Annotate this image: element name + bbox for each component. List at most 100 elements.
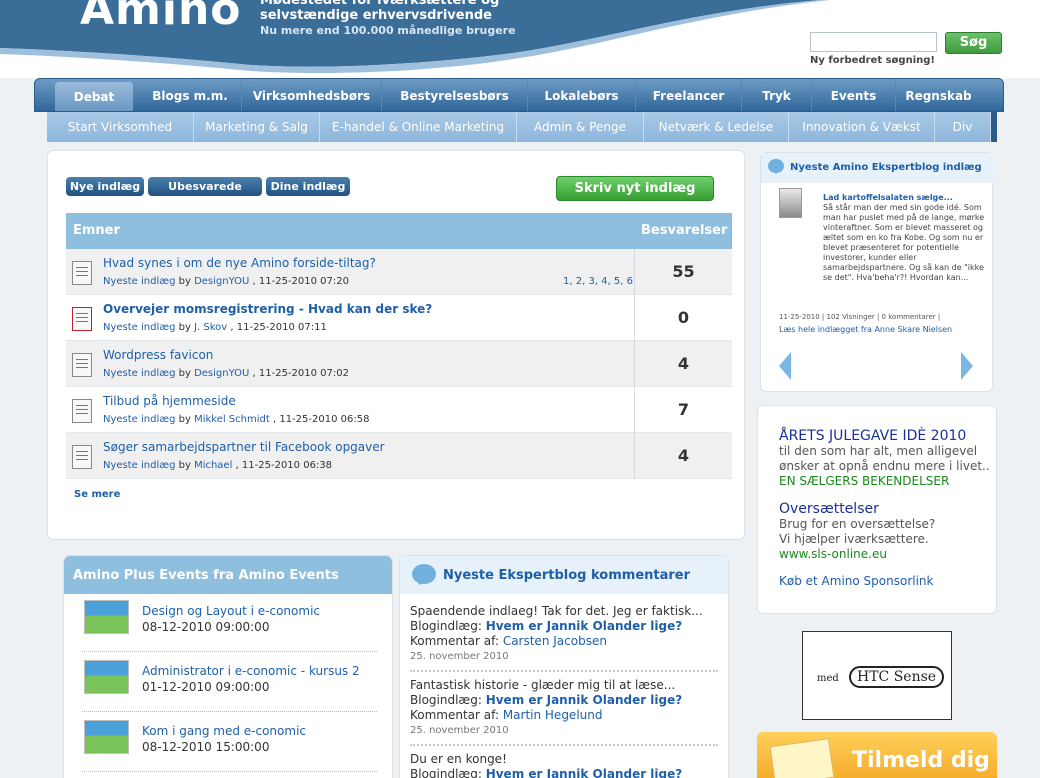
event-name[interactable]: Administrator i e-conomic - kursus 2 (142, 664, 360, 678)
forum-panel: Nye indlæg Ubesvarede indlæg Dine indlæg… (47, 150, 745, 540)
blog-post-link[interactable]: Hvem er Jannik Olander lige? (486, 767, 683, 778)
ad-title[interactable]: ÅRETS JULEGAVE IDÈ 2010 (779, 428, 966, 444)
expert-post-body: Så står man der med sin gode idé. Som ma… (823, 203, 985, 282)
new-posts-button[interactable]: Nye indlæg (66, 177, 144, 196)
subnav-netvaerk-ledelse[interactable]: Netværk & Ledelse (644, 112, 789, 142)
site-logo[interactable]: Amino (80, 0, 242, 35)
expert-post-meta: 11-25-2010 | 102 Visninger | 0 kommentar… (779, 313, 941, 321)
latest-post-link[interactable]: Nyeste indlæg (103, 368, 175, 379)
arrow-left-icon[interactable] (779, 352, 791, 380)
list-item: Kom i gang med e-conomic 08-12-2010 15:0… (82, 714, 377, 772)
buy-sponsorlink-link[interactable]: Køb et Amino Sponsorlink (779, 574, 933, 588)
thread-pages[interactable]: 1, 2, 3, 4, 5, 6 (563, 276, 633, 287)
reply-count: 55 (634, 249, 732, 295)
nav-events[interactable]: Events (812, 79, 896, 111)
blog-post-link[interactable]: Hvem er Jannik Olander lige? (486, 693, 683, 707)
my-posts-button[interactable]: Dine indlæg (266, 177, 350, 196)
comment-author-link[interactable]: Carsten Jacobsen (503, 634, 607, 648)
thread-title[interactable]: Overvejer momsregistrering - Hvad kan de… (103, 302, 432, 316)
event-name[interactable]: Kom i gang med e-conomic (142, 724, 306, 738)
thread-title[interactable]: Wordpress favicon (103, 348, 213, 362)
read-full-post-link[interactable]: Læs hele indlægget fra Anne Skare Nielse… (779, 325, 952, 334)
search-button[interactable]: Søg (945, 32, 1002, 54)
author-link[interactable]: J. Skov (194, 322, 227, 333)
reply-count: 4 (634, 433, 732, 479)
subnav-start-virksomhed[interactable]: Start Virksomhed (47, 112, 194, 142)
ad-item: ÅRETS JULEGAVE IDÈ 2010 til den som har … (779, 428, 996, 489)
reply-count: 0 (634, 295, 732, 341)
list-item: Spaendende indlaeg! Tak for det. Jeg er … (410, 604, 720, 664)
ad-title[interactable]: Oversættelser (779, 501, 879, 517)
latest-post-link[interactable]: Nyeste indlæg (103, 322, 175, 333)
ad-item: Oversættelser Brug for en oversættelse? … (779, 501, 996, 562)
nav-bestyrelsesbors[interactable]: Bestyrelsesbørs (382, 79, 528, 111)
sub-nav: Start Virksomhed Marketing & Salg E-hand… (47, 112, 997, 142)
author-link[interactable]: Michael (194, 460, 232, 471)
ad-url[interactable]: EN SÆLGERS BEKENDELSER (779, 474, 996, 489)
envelope-icon (769, 738, 835, 778)
thread-title[interactable]: Tilbud på hjemmeside (103, 394, 236, 408)
subnav-innovation-vaekst[interactable]: Innovation & Vækst (789, 112, 935, 142)
write-new-post-button[interactable]: Skriv nyt indlæg (556, 176, 714, 201)
latest-post-link[interactable]: Nyeste indlæg (103, 276, 175, 287)
event-name[interactable]: Design og Layout i e-conomic (142, 604, 320, 618)
topics-table-header: Emner Besvarelser (66, 213, 732, 249)
table-row: Wordpress favicon Nyeste indlæg by Desig… (66, 341, 732, 387)
post-date: , 11-25-2010 07:20 (252, 276, 350, 287)
thread-icon (72, 353, 92, 377)
signup-banner[interactable]: Tilmeld dig (757, 732, 997, 778)
table-row: Overvejer momsregistrering - Hvad kan de… (66, 295, 732, 341)
thread-icon (72, 261, 92, 285)
event-thumbnail[interactable] (84, 600, 129, 634)
latest-post-link[interactable]: Nyeste indlæg (103, 414, 175, 425)
nav-freelancer[interactable]: Freelancer (636, 79, 742, 111)
table-row: Søger samarbejdspartner til Facebook opg… (66, 433, 732, 479)
nav-virksomhedsbors[interactable]: Virksomhedsbørs (242, 79, 382, 111)
nav-regnskab[interactable]: Regnskab (896, 79, 981, 111)
blog-post-link[interactable]: Hvem er Jannik Olander lige? (486, 619, 683, 633)
list-item: Administrator i e-conomic - kursus 2 01-… (82, 654, 377, 712)
expert-blog-header: Nyeste Amino Ekspertblog indlæg (761, 153, 994, 183)
main-nav: Debat Blogs m.m. Virksomhedsbørs Bestyre… (34, 78, 1004, 112)
subnav-ehandel[interactable]: E-handel & Online Marketing (320, 112, 517, 142)
events-panel: Amino Plus Events fra Amino Events Desig… (63, 555, 393, 778)
search-input[interactable] (810, 32, 937, 52)
nav-blogs[interactable]: Blogs m.m. (139, 79, 242, 111)
author-link[interactable]: DesignYOU (194, 276, 249, 287)
subnav-div[interactable]: Div (935, 112, 991, 142)
search-hint: Ny forbedret søgning! (810, 55, 935, 66)
col-replies: Besvarelser (641, 223, 728, 238)
nav-debat[interactable]: Debat (55, 82, 133, 111)
ad-url[interactable]: www.sls-online.eu (779, 547, 996, 562)
thread-icon (72, 445, 92, 469)
see-more-link[interactable]: Se mere (74, 489, 120, 500)
speech-bubble-icon (768, 159, 784, 174)
comment-text: Fantastisk historie - glæder mig til at … (410, 678, 676, 692)
signup-text: Tilmeld dig (852, 748, 990, 773)
nav-lokalebors[interactable]: Lokalebørs (528, 79, 636, 111)
author-link[interactable]: DesignYOU (194, 368, 249, 379)
latest-post-link[interactable]: Nyeste indlæg (103, 460, 175, 471)
list-item: Du er en konge! Blogindlæg: Hvem er Jann… (410, 752, 720, 778)
htc-banner[interactable]: med HTC Sense (802, 631, 952, 720)
thread-title[interactable]: Søger samarbejdspartner til Facebook opg… (103, 440, 385, 454)
author-link[interactable]: Mikkel Schmidt (194, 414, 270, 425)
post-date: , 11-25-2010 06:58 (272, 414, 370, 425)
table-row: Tilbud på hjemmeside Nyeste indlæg by Mi… (66, 387, 732, 433)
subnav-marketing-salg[interactable]: Marketing & Salg (194, 112, 320, 142)
expert-post-title[interactable]: Lad kartoffelsalaten sælge... (823, 193, 953, 202)
event-thumbnail[interactable] (84, 720, 129, 754)
reply-count: 7 (634, 387, 732, 433)
comment-author-link[interactable]: Martin Hegelund (503, 708, 603, 722)
nav-tryk[interactable]: Tryk (742, 79, 812, 111)
comments-header: Nyeste Ekspertblog kommentarer (400, 556, 728, 594)
table-row: Hvad synes i om de nye Amino forside-til… (66, 249, 732, 295)
comment-date: 25. november 2010 (410, 651, 509, 662)
thread-title[interactable]: Hvad synes i om de nye Amino forside-til… (103, 256, 376, 270)
unanswered-posts-button[interactable]: Ubesvarede indlæg (148, 177, 262, 212)
author-avatar[interactable] (779, 188, 802, 218)
arrow-right-icon[interactable] (961, 352, 973, 380)
subnav-admin-penge[interactable]: Admin & Penge (517, 112, 644, 142)
event-date: 01-12-2010 09:00:00 (142, 680, 270, 694)
event-thumbnail[interactable] (84, 660, 129, 694)
